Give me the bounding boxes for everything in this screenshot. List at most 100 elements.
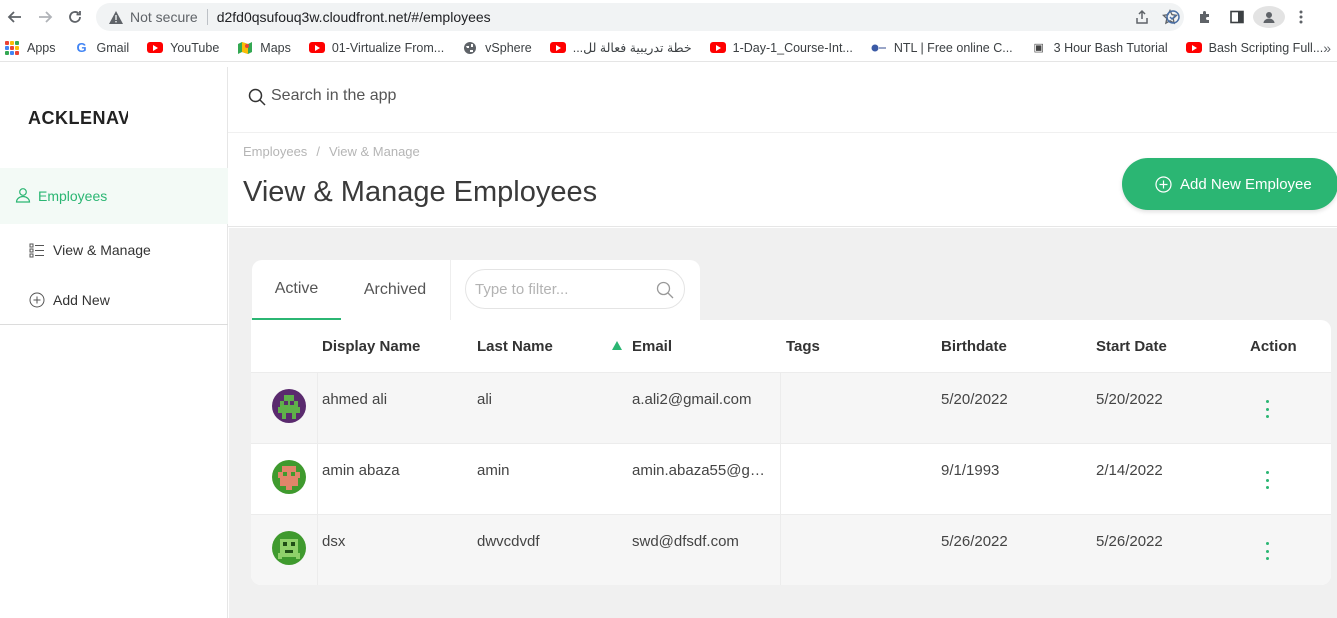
maps-icon <box>237 40 253 56</box>
plus-circle-icon <box>1155 175 1172 193</box>
app-search-input[interactable]: Search in the app <box>271 87 396 105</box>
apps-grid-icon <box>4 40 20 56</box>
tab-active[interactable]: Active <box>252 260 341 320</box>
youtube-icon <box>308 40 325 56</box>
bookmark-arabic-course[interactable]: خطة تدريبية فعالة لل... <box>549 40 692 56</box>
puzzle-icon[interactable] <box>1189 9 1221 25</box>
cell-divider <box>317 515 318 585</box>
email-cell: swd@dfsdf.com <box>632 533 739 550</box>
page-header: Employees / View & Manage View & Manage Em… <box>228 133 1337 227</box>
extension-icon[interactable] <box>1157 9 1189 25</box>
bookmark-label: Apps <box>27 40 56 55</box>
browser-toolbar: Not secure d2fd0qsufouq3w.cloudfront.net… <box>0 0 1337 34</box>
column-last-name[interactable]: Last Name <box>477 338 553 355</box>
column-action: Action <box>1250 338 1297 355</box>
youtube-icon <box>709 40 726 56</box>
birthdate-cell: 9/1/1993 <box>941 462 1000 479</box>
table-row[interactable]: ahmed ali ali a.ali2@gmail.com 5/20/2022… <box>251 373 1331 444</box>
bookmark-label: vSphere <box>485 40 532 55</box>
table-header: Display Name Last Name Email Tags Birthd… <box>251 320 1331 373</box>
bookmark-label: Maps <box>260 40 291 55</box>
reload-icon[interactable] <box>60 2 90 32</box>
url-separator <box>206 9 208 25</box>
bookmark-youtube[interactable]: YouTube <box>147 40 219 56</box>
url-text: d2fd0qsufouq3w.cloudfront.net/#/employee… <box>216 9 491 25</box>
avatar <box>272 389 306 423</box>
start-date-cell: 5/20/2022 <box>1096 391 1163 408</box>
breadcrumb-view-manage[interactable]: View & Manage <box>329 144 420 159</box>
avatar <box>272 531 306 565</box>
sidebar: ACKLENAVENUE Employees View & Manage Add… <box>0 67 228 618</box>
bookmark-label: Bash Scripting Full... <box>1208 40 1324 55</box>
display-name-cell: dsx <box>322 533 346 550</box>
app-topbar: Search in the app <box>228 67 1337 133</box>
user-icon <box>15 187 31 206</box>
back-arrow-icon[interactable] <box>0 2 30 32</box>
bookmark-label: 3 Hour Bash Tutorial <box>1053 40 1168 55</box>
column-birthdate[interactable]: Birthdate <box>941 338 1007 355</box>
bookmark-label: خطة تدريبية فعالة لل... <box>572 41 692 55</box>
logo: ACKLENAVENUE <box>28 108 128 128</box>
last-name-cell: amin <box>477 462 510 479</box>
address-bar[interactable]: Not secure d2fd0qsufouq3w.cloudfront.net… <box>96 3 1184 31</box>
plus-circle-icon <box>29 292 45 308</box>
bookmark-bash-tutorial[interactable]: ▣ 3 Hour Bash Tutorial <box>1031 40 1168 56</box>
main-content: Active Archived Display Name Last Name E… <box>229 228 1337 618</box>
birthdate-cell: 5/20/2022 <box>941 391 1008 408</box>
column-start-date[interactable]: Start Date <box>1096 338 1167 355</box>
forward-arrow-icon[interactable] <box>30 2 60 32</box>
bookmark-label: 01-Virtualize From... <box>331 40 445 55</box>
bookmark-label: YouTube <box>170 40 220 55</box>
column-tags[interactable]: Tags <box>786 338 820 355</box>
share-icon[interactable] <box>1128 9 1156 25</box>
bookmark-gmail[interactable]: G Gmail <box>74 40 129 56</box>
avatar <box>272 460 306 494</box>
bookmark-ntl[interactable]: NTL | Free online C... <box>871 40 1013 56</box>
more-menu-icon[interactable] <box>1285 9 1317 25</box>
sidebar-item-employees[interactable]: Employees <box>0 168 228 224</box>
bookmark-maps[interactable]: Maps <box>237 40 291 56</box>
row-actions-icon[interactable] <box>1262 400 1272 418</box>
google-icon: G <box>76 40 87 55</box>
start-date-cell: 5/26/2022 <box>1096 533 1163 550</box>
bookmark-course-int[interactable]: 1-Day-1_Course-Int... <box>709 40 853 56</box>
search-icon[interactable] <box>656 281 674 299</box>
bookmarks-bar: Apps G Gmail YouTube Maps 01-Virtualize … <box>0 34 1337 62</box>
last-name-cell: ali <box>477 391 493 408</box>
column-email[interactable]: Email <box>632 338 672 355</box>
sidebar-item-label: Employees <box>38 188 108 204</box>
bookmark-bash-scripting[interactable]: Bash Scripting Full... <box>1185 40 1324 56</box>
column-display-name[interactable]: Display Name <box>322 338 420 355</box>
bookmark-label: 1-Day-1_Course-Int... <box>732 40 853 55</box>
email-cell: amin.abaza55@gmail.com <box>632 462 776 479</box>
tab-archived[interactable]: Archived <box>341 260 449 320</box>
table-row[interactable]: dsx dwvcdvdf swd@dfsdf.com 5/26/2022 5/2… <box>251 515 1331 585</box>
row-actions-icon[interactable] <box>1262 471 1272 489</box>
row-actions-icon[interactable] <box>1262 542 1272 560</box>
sidebar-divider <box>0 324 228 325</box>
sidebar-item-add-new[interactable]: Add New <box>0 285 228 315</box>
search-icon <box>248 88 266 111</box>
sidebar-item-label: Add New <box>53 292 110 308</box>
filter-input[interactable] <box>475 280 645 298</box>
bookmark-apps[interactable]: Apps <box>4 40 56 56</box>
cell-divider <box>780 373 781 444</box>
bookmark-virtualize[interactable]: 01-Virtualize From... <box>308 40 445 56</box>
cell-divider <box>780 444 781 515</box>
profile-icon[interactable] <box>1253 6 1285 28</box>
bookmark-vsphere[interactable]: vSphere <box>462 40 532 56</box>
sort-ascending-icon[interactable] <box>612 341 622 350</box>
chevron-right-icon[interactable]: » <box>1323 40 1331 56</box>
youtube-icon <box>147 40 164 56</box>
last-name-cell: dwvcdvdf <box>477 533 540 550</box>
tabs-bar: Active Archived <box>252 260 700 320</box>
filter-box <box>465 269 685 309</box>
security-status: Not secure <box>130 9 198 25</box>
side-panel-icon[interactable] <box>1221 9 1253 25</box>
ntl-icon <box>871 40 887 56</box>
warning-icon <box>108 9 124 25</box>
breadcrumb-employees[interactable]: Employees <box>243 144 307 159</box>
table-row[interactable]: amin abaza amin amin.abaza55@gmail.com 9… <box>251 444 1331 515</box>
sidebar-item-view-manage[interactable]: View & Manage <box>0 235 228 265</box>
add-new-employee-button[interactable]: Add New Employee <box>1122 158 1337 210</box>
